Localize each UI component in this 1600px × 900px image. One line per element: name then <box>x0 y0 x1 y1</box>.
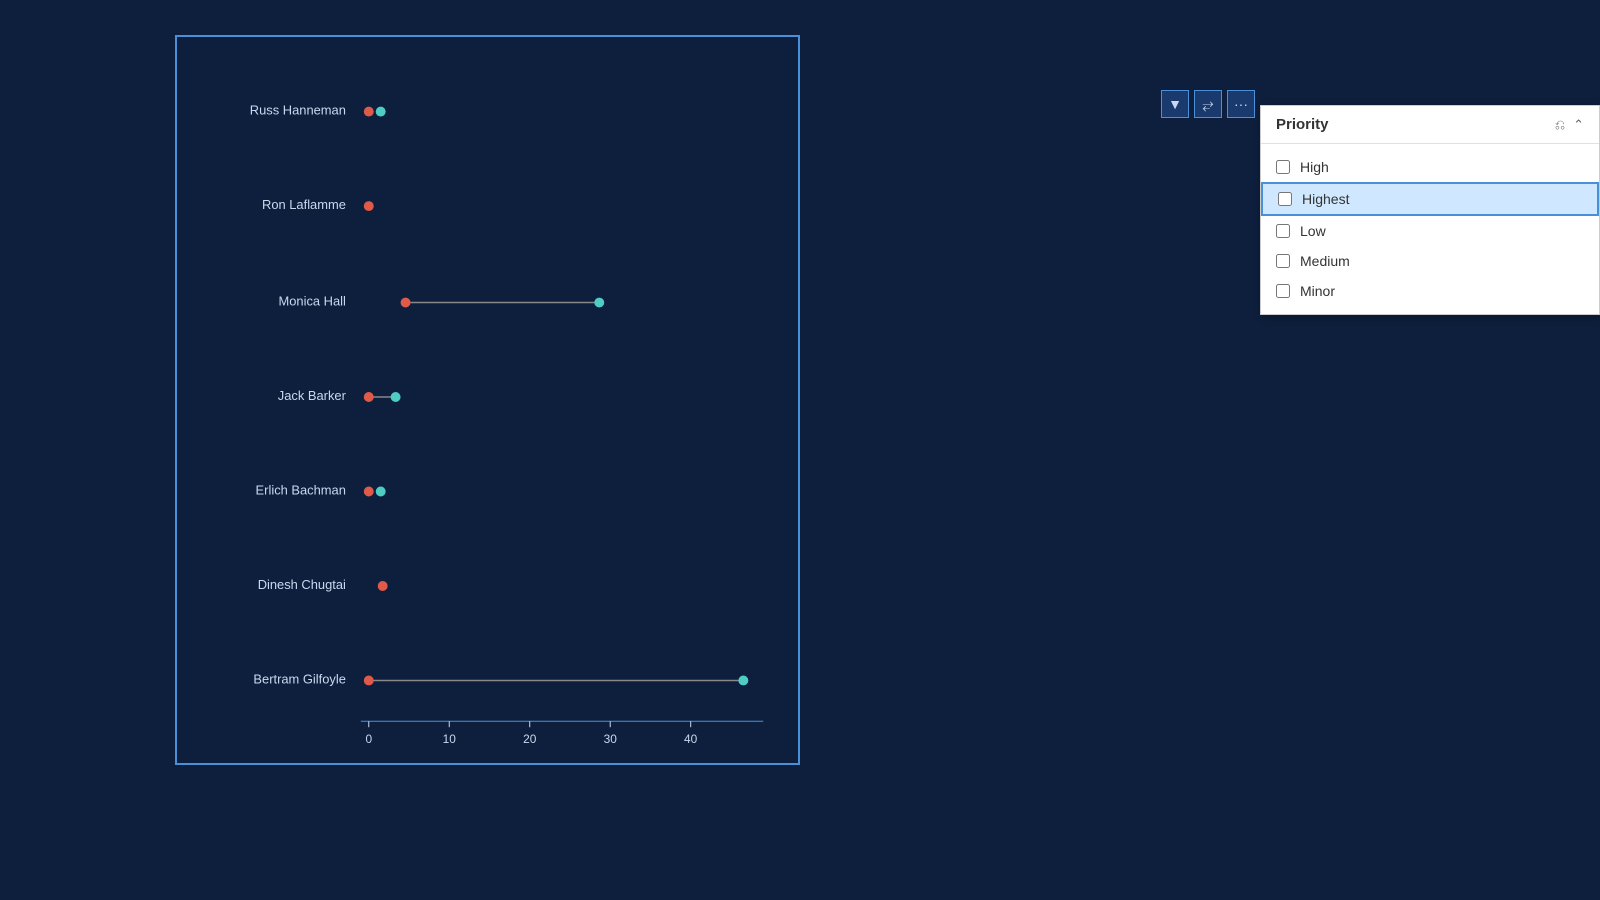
x-tick-40: 40 <box>684 732 698 746</box>
expand-icon: ⥂ <box>1202 96 1213 113</box>
filter-items-list: High Highest Low Medium Minor <box>1261 144 1599 314</box>
more-icon-button[interactable]: ··· <box>1227 90 1255 118</box>
checkbox-highest[interactable] <box>1278 192 1292 206</box>
expand-icon-button[interactable]: ⥂ <box>1194 90 1222 118</box>
y-label-bertram: Bertram Gilfoyle <box>253 671 345 686</box>
filter-icon-button[interactable]: ▼ <box>1161 90 1189 118</box>
more-icon: ··· <box>1234 96 1248 112</box>
y-label-jack: Jack Barker <box>278 388 347 403</box>
dot-dinesh-red <box>378 581 388 591</box>
filter-icon: ▼ <box>1168 96 1182 112</box>
x-tick-0: 0 <box>365 732 372 746</box>
filter-item-high[interactable]: High <box>1261 152 1599 182</box>
dot-russ-red <box>364 107 374 117</box>
dot-jack-teal <box>391 392 401 402</box>
y-label-russ: Russ Hanneman <box>250 103 346 118</box>
checkbox-low[interactable] <box>1276 224 1290 238</box>
dot-ron-red <box>364 201 374 211</box>
dot-erlich-red <box>364 487 374 497</box>
checkbox-medium[interactable] <box>1276 254 1290 268</box>
y-label-dinesh: Dinesh Chugtai <box>258 577 346 592</box>
label-highest: Highest <box>1302 191 1349 207</box>
y-label-erlich: Erlich Bachman <box>256 482 346 497</box>
filter-item-minor[interactable]: Minor <box>1261 276 1599 306</box>
filter-item-highest[interactable]: Highest <box>1261 182 1599 216</box>
checkbox-high[interactable] <box>1276 160 1290 174</box>
chart-container: Russ Hanneman Ron Laflamme Monica Hall J… <box>175 35 800 765</box>
label-minor: Minor <box>1300 283 1335 299</box>
toolbar: ▼ ⥂ ··· <box>1161 90 1255 118</box>
main-background: Russ Hanneman Ron Laflamme Monica Hall J… <box>0 0 1600 900</box>
x-tick-20: 20 <box>523 732 537 746</box>
label-low: Low <box>1300 223 1326 239</box>
dot-erlich-teal <box>376 487 386 497</box>
dot-monica-red <box>401 298 411 308</box>
filter-panel: Priority ⎌ ⌃ High Highest Low <box>1260 105 1600 315</box>
dot-russ-teal <box>376 107 386 117</box>
checkbox-minor[interactable] <box>1276 284 1290 298</box>
label-medium: Medium <box>1300 253 1350 269</box>
dot-bertram-teal <box>738 675 748 685</box>
x-tick-30: 30 <box>604 732 618 746</box>
dot-bertram-red <box>364 675 374 685</box>
filter-item-low[interactable]: Low <box>1261 216 1599 246</box>
filter-header-icons: ⎌ ⌃ <box>1555 117 1584 133</box>
undo-icon[interactable]: ⎌ <box>1555 117 1565 133</box>
filter-item-medium[interactable]: Medium <box>1261 246 1599 276</box>
collapse-icon[interactable]: ⌃ <box>1573 117 1584 133</box>
filter-header: Priority ⎌ ⌃ <box>1261 106 1599 144</box>
x-tick-10: 10 <box>443 732 457 746</box>
chart-svg: Russ Hanneman Ron Laflamme Monica Hall J… <box>177 37 798 763</box>
y-label-ron: Ron Laflamme <box>262 197 346 212</box>
dot-jack-red <box>364 392 374 402</box>
filter-title: Priority <box>1276 116 1329 133</box>
label-high: High <box>1300 159 1329 175</box>
y-label-monica: Monica Hall <box>279 294 346 309</box>
dot-monica-teal <box>594 298 604 308</box>
